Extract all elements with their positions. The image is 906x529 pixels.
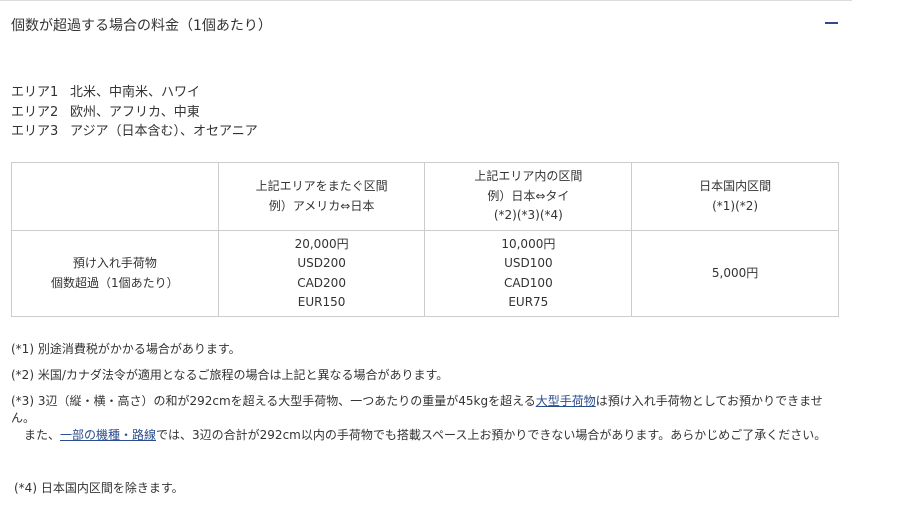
header-line: 上記エリアをまたぐ区間	[255, 179, 388, 193]
area-label: エリア2	[11, 104, 59, 120]
area-regions: アジア（日本含む）、オセアニア	[70, 124, 258, 139]
page: 個数が超過する場合の料金（1個あたり） エリア1 北米、中南米、ハワイ エリア2 欧…	[0, 0, 906, 529]
oversized-baggage-link[interactable]: 大型手荷物	[536, 394, 596, 408]
note-3b-suffix: では、3辺の合計が292cm以内の手荷物でも搭載スペース上お預かりできない場合が…	[156, 428, 827, 442]
header-line: 上記エリア内の区間	[474, 169, 583, 184]
area-list: エリア1 北米、中南米、ハワイ エリア2 欧州、アフリカ、中東 エリア3 アジア（日本…	[11, 83, 258, 142]
fee-value: EUR150	[297, 295, 346, 309]
table-row: 預け入れ手荷物 個数超過（1個あたり） 20,000円 USD200 CAD20…	[11, 230, 839, 317]
note-3-continuation: また、一部の機種・路線では、3辺の合計が292cm以内の手荷物でも搭載スペース上…	[11, 427, 836, 444]
area-regions: 北米、中南米、ハワイ	[70, 85, 201, 100]
header-line: 例）日本⇔タイ	[487, 188, 570, 203]
area-row: エリア3 アジア（日本含む）、オセアニア	[11, 122, 258, 142]
fee-value: 20,000円	[294, 236, 349, 251]
footnotes: (*1) 別途消費税がかかる場合があります。 (*2) 米国/カナダ法令が適用と…	[11, 341, 836, 453]
area-row: エリア1 北米、中南米、ハワイ	[11, 83, 258, 103]
note-4: (*4) 日本国内区間を除きます。	[14, 481, 184, 495]
area-regions: 欧州、アフリカ、中東	[70, 104, 200, 120]
fee-cell-cross-area: 20,000円 USD200 CAD200 EUR150	[217, 230, 426, 317]
header-cross-area: 上記エリアをまたぐ区間 例）アメリカ⇔日本	[217, 162, 426, 231]
accordion-header[interactable]: 個数が超過する場合の料金（1個あたり）	[0, 0, 852, 50]
fee-value: CAD100	[503, 275, 553, 290]
row-header-line: 個数超過（1個あたり）	[51, 275, 179, 290]
note-3b-prefix: また、	[24, 428, 61, 442]
fee-value: EUR75	[508, 295, 549, 309]
fee-value: 10,000円	[501, 236, 556, 251]
note-1: (*1) 別途消費税がかかる場合があります。	[11, 342, 241, 356]
fee-cell-within-area: 10,000円 USD100 CAD100 EUR75	[424, 230, 633, 317]
header-line: 例）アメリカ⇔日本	[268, 198, 375, 213]
note-3: (*3) 3辺（縦・横・高さ）の和が292cmを超える大型手荷物、一つあたりの重…	[11, 393, 836, 444]
row-header-line: 預け入れ手荷物	[72, 256, 157, 270]
note-2: (*2) 米国/カナダ法令が適用となるご旅程の場合は上記と異なる場合があります。	[11, 368, 449, 382]
area-label: エリア3	[11, 124, 59, 139]
row-header-checked-baggage: 預け入れ手荷物 個数超過（1個あたり）	[11, 230, 219, 317]
table-corner-cell	[11, 162, 219, 231]
header-line: (*1)(*2)	[712, 198, 759, 213]
header-line: (*2)(*3)(*4)	[493, 208, 563, 223]
fee-value: USD100	[504, 256, 553, 270]
area-row: エリア2 欧州、アフリカ、中東	[11, 103, 258, 123]
area-label: エリア1	[11, 85, 59, 100]
fee-table: 上記エリアをまたぐ区間 例）アメリカ⇔日本 上記エリア内の区間 例）日本⇔タイ …	[11, 162, 839, 317]
fee-cell-domestic: 5,000円	[631, 230, 839, 317]
note-3-text: (*3) 3辺（縦・横・高さ）の和が292cmを超える大型手荷物、一つあたりの重…	[11, 394, 536, 408]
table-header-row: 上記エリアをまたぐ区間 例）アメリカ⇔日本 上記エリア内の区間 例）日本⇔タイ …	[11, 162, 839, 231]
section-title: 個数が超過する場合の料金（1個あたり）	[11, 18, 272, 34]
header-domestic: 日本国内区間 (*1)(*2)	[631, 162, 839, 231]
collapse-minus-icon[interactable]	[825, 22, 838, 24]
fee-value: CAD200	[297, 275, 346, 290]
fee-value: 5,000円	[711, 265, 759, 280]
header-line: 日本国内区間	[699, 179, 772, 193]
fee-value: USD200	[297, 256, 346, 270]
aircraft-routes-link[interactable]: 一部の機種・路線	[60, 428, 156, 442]
header-within-area: 上記エリア内の区間 例）日本⇔タイ (*2)(*3)(*4)	[424, 162, 633, 231]
